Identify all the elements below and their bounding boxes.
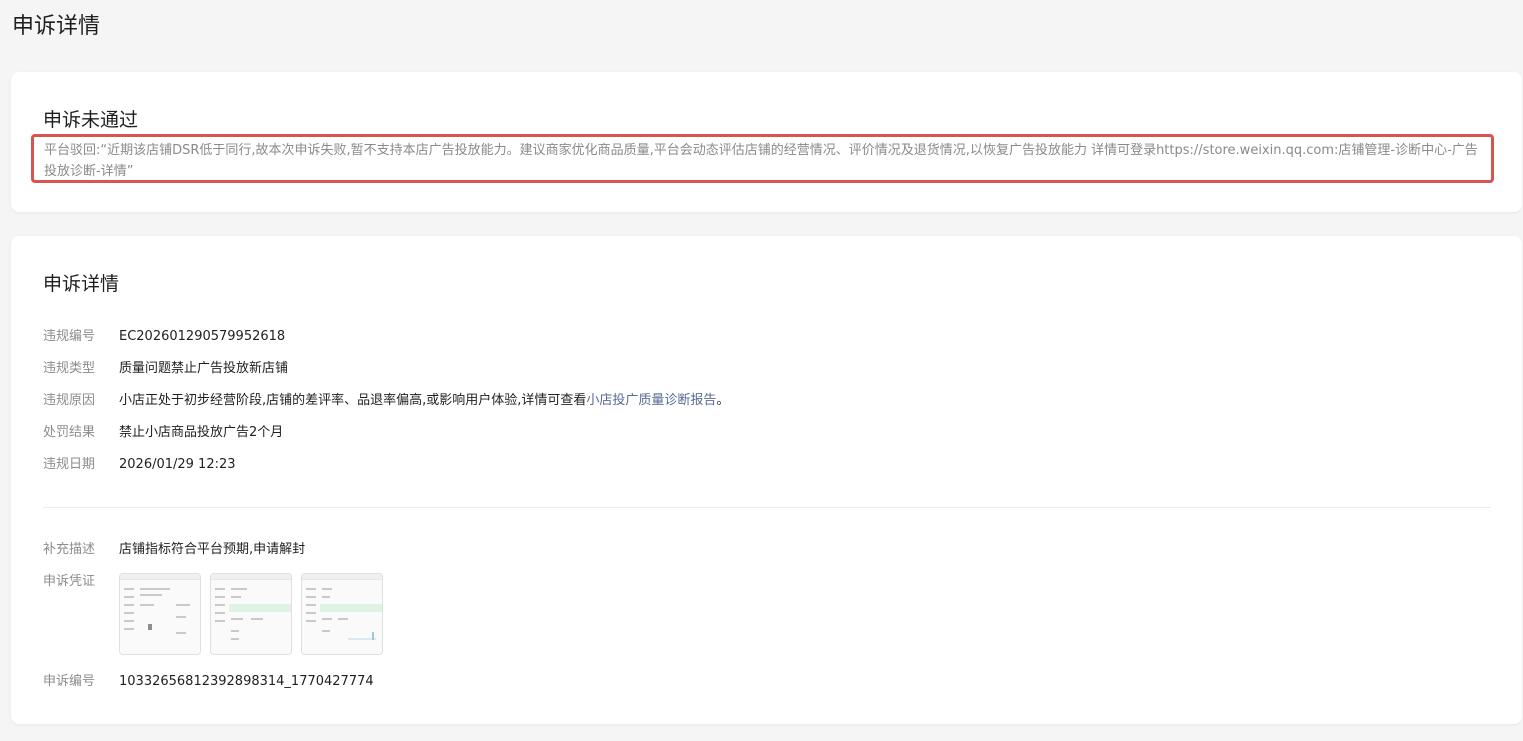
violation-reason-label: 违规原因 [43,393,96,408]
violation-reason-text: 小店正处于初步经营阶段,店铺的差评率、品退率偏高,或影响用户体验,详情可查看 [119,393,587,408]
section-divider [43,507,1491,508]
penalty-label: 处罚结果 [43,425,96,440]
evidence-thumbnail[interactable] [210,573,292,655]
violation-reason-end: 。 [716,393,730,408]
supplement-label: 补充描述 [43,542,96,557]
appeal-status-title: 申诉未通过 [43,109,139,131]
evidence-thumbnail[interactable] [301,573,383,655]
appeal-status-card: 申诉未通过 平台驳回:“近期该店铺DSR低于同行,故本次申诉失败,暂不支持本店广… [11,72,1522,212]
evidence-label: 申诉凭证 [43,574,96,589]
evidence-thumbnail[interactable] [119,573,201,655]
violation-reason-value: 小店正处于初步经营阶段,店铺的差评率、品退率偏高,或影响用户体验,详情可查看小店… [119,391,729,411]
violation-date-value: 2026/01/29 12:23 [119,457,236,472]
violation-date-row: 违规日期 2026/01/29 12:23 [43,455,236,475]
appeal-detail-title: 申诉详情 [43,273,120,295]
reject-reason-text: 平台驳回:“近期该店铺DSR低于同行,故本次申诉失败,暂不支持本店广告投放能力。… [44,143,1478,179]
violation-reason-row: 违规原因 小店正处于初步经营阶段,店铺的差评率、品退率偏高,或影响用户体验,详情… [43,391,729,411]
appeal-no-row: 申诉编号 10332656812392898314_1770427774 [43,672,374,692]
penalty-row: 处罚结果 禁止小店商品投放广告2个月 [43,423,283,443]
penalty-value: 禁止小店商品投放广告2个月 [119,425,284,440]
quality-report-link[interactable]: 小店投广质量诊断报告 [586,393,716,408]
violation-type-label: 违规类型 [43,361,96,376]
violation-no-row: 违规编号 EC202601290579952618 [43,327,285,347]
evidence-row: 申诉凭证 [43,572,119,592]
appeal-detail-card: 申诉详情 违规编号 EC202601290579952618 违规类型 质量问题… [11,236,1522,724]
reject-reason-box: 平台驳回:“近期该店铺DSR低于同行,故本次申诉失败,暂不支持本店广告投放能力。… [31,134,1494,183]
supplement-row: 补充描述 店铺指标符合平台预期,申请解封 [43,540,305,560]
appeal-no-value: 10332656812392898314_1770427774 [119,674,374,689]
page-title: 申诉详情 [12,14,101,39]
violation-type-value: 质量问题禁止广告投放新店铺 [119,361,289,376]
appeal-no-label: 申诉编号 [43,674,96,689]
violation-type-row: 违规类型 质量问题禁止广告投放新店铺 [43,359,288,379]
violation-date-label: 违规日期 [43,457,96,472]
violation-no-label: 违规编号 [43,329,96,344]
evidence-thumbnails [119,573,383,655]
supplement-value: 店铺指标符合平台预期,申请解封 [119,542,306,557]
violation-no-value: EC202601290579952618 [119,329,286,344]
